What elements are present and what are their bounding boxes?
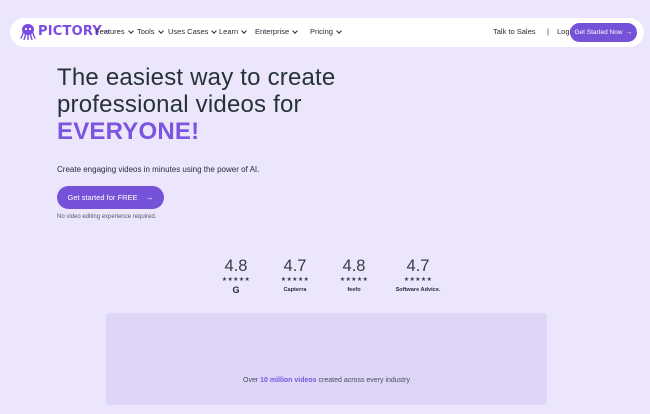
nav-uses-cases[interactable]: Uses Cases (168, 27, 218, 36)
rating-feefo[interactable]: 4.8 ★★★★★ feefo (324, 257, 384, 294)
nav-pricing-label: Pricing (310, 27, 333, 36)
nav-uses-cases-label: Uses Cases (168, 27, 209, 36)
star-rating-icon: ★★★★★ (280, 277, 310, 283)
get-started-free-label: Get started for FREE (67, 193, 138, 202)
top-navbar: PICTORY TM Features Tools Uses Cases Lea… (10, 18, 644, 47)
star-rating-icon: ★★★★★ (403, 277, 433, 283)
get-started-now-label: Get Started Now (574, 29, 623, 36)
arrow-right-icon: → (145, 193, 154, 202)
get-started-free-button[interactable]: Get started for FREE → (57, 186, 164, 209)
brand-name: PICTORY (38, 24, 102, 39)
stats-prefix: Over (243, 377, 259, 384)
star-rating-icon: ★★★★★ (221, 277, 251, 283)
stats-line: Over 10 million videos created across ev… (106, 377, 547, 384)
capterra-logo: Capterra (283, 287, 307, 293)
nav-separator: | (547, 27, 549, 36)
rating-score: 4.8 (224, 257, 248, 275)
star-rating-icon: ★★★★★ (339, 277, 369, 283)
chevron-down-icon (211, 27, 218, 34)
hero-subtitle: Create engaging videos in minutes using … (57, 165, 260, 174)
nav-learn[interactable]: Learn (219, 27, 248, 36)
nav-tools[interactable]: Tools (137, 27, 164, 36)
chevron-down-icon (336, 27, 342, 34)
g2-logo: G (232, 285, 240, 295)
stats-suffix: created across every industry (318, 377, 410, 384)
video-showcase-panel (106, 313, 547, 405)
chevron-down-icon (127, 27, 134, 34)
talk-to-sales-link[interactable]: Talk to Sales (493, 27, 536, 36)
nav-features[interactable]: Features (95, 27, 134, 36)
hero-title-accent: EVERYONE! (57, 118, 200, 145)
hero-title-line1: The easiest way to create (57, 64, 336, 91)
feefo-logo: feefo (347, 287, 361, 293)
get-started-now-button[interactable]: Get Started Now → (570, 23, 637, 42)
hero-note: No video editing experience required. (57, 214, 157, 220)
software-advice-logo: Software Advice. (395, 287, 441, 293)
nav-learn-label: Learn (219, 27, 239, 36)
rating-software-advice[interactable]: 4.7 ★★★★★ Software Advice. (388, 257, 448, 294)
rating-g2[interactable]: 4.8 ★★★★★ G (206, 257, 266, 295)
chevron-down-icon (292, 27, 299, 34)
rating-score: 4.7 (406, 257, 430, 275)
octopus-logo-icon (20, 24, 36, 40)
hero-title-line2: professional videos for (57, 91, 302, 118)
chevron-down-icon (157, 27, 164, 34)
nav-features-label: Features (95, 27, 125, 36)
stats-highlight: 10 million videos (260, 377, 317, 384)
chevron-down-icon (241, 27, 248, 34)
rating-score: 4.8 (342, 257, 366, 275)
nav-enterprise[interactable]: Enterprise (255, 27, 299, 36)
nav-enterprise-label: Enterprise (255, 27, 290, 36)
rating-score: 4.7 (283, 257, 307, 275)
rating-capterra[interactable]: 4.7 ★★★★★ Capterra (265, 257, 325, 294)
hero-title: The easiest way to create professional v… (57, 64, 417, 145)
nav-pricing[interactable]: Pricing (310, 27, 342, 36)
nav-tools-label: Tools (137, 27, 155, 36)
arrow-right-icon: → (625, 29, 633, 36)
